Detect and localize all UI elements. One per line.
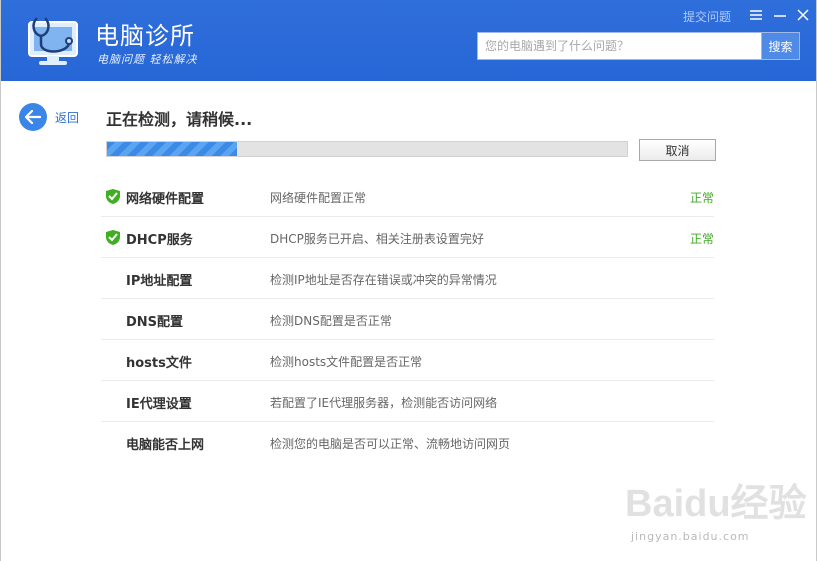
back-arrow-icon[interactable]	[19, 103, 47, 131]
item-desc: DHCP服务已开启、相关注册表设置完好	[270, 232, 484, 246]
item-name: hosts文件	[126, 356, 192, 371]
minimize-icon[interactable]	[771, 6, 789, 24]
menu-icon[interactable]	[747, 6, 765, 24]
item-state: 正常	[689, 232, 714, 246]
search-button[interactable]: 搜索	[761, 32, 800, 60]
progress-fill	[107, 142, 237, 156]
app-window: 电脑诊所 电脑问题 轻松解决 提交问题 搜索 返回 正在检测，请稍候... 取消…	[0, 0, 817, 561]
cancel-button[interactable]: 取消	[639, 139, 716, 161]
check-item: hosts文件 检测hosts文件配置是否正常	[101, 340, 714, 381]
check-item-list: 网络硬件配置 网络硬件配置正常 正常 DHCP服务 DHCP服务已开启、相关注册…	[101, 176, 714, 463]
search-input[interactable]	[477, 32, 761, 60]
item-name: 电脑能否上网	[126, 438, 205, 453]
item-name: IP地址配置	[126, 274, 193, 289]
back-label[interactable]: 返回	[55, 109, 79, 126]
item-desc: 检测IP地址是否存在错误或冲突的异常情况	[270, 273, 497, 287]
check-item: 网络硬件配置 网络硬件配置正常 正常	[101, 176, 714, 217]
app-title: 电脑诊所	[95, 22, 195, 50]
check-item: 电脑能否上网 检测您的电脑是否可以正常、流畅地访问网页	[101, 422, 714, 463]
item-name: DNS配置	[126, 315, 184, 330]
check-item: DNS配置 检测DNS配置是否正常	[101, 299, 714, 340]
item-desc: 网络硬件配置正常	[270, 191, 367, 205]
check-item: IE代理设置 若配置了IE代理服务器，检测能否访问网络	[101, 381, 714, 422]
shield-check-icon	[106, 230, 120, 245]
check-item: IP地址配置 检测IP地址是否存在错误或冲突的异常情况	[101, 258, 714, 299]
item-name: 网络硬件配置	[126, 192, 205, 207]
close-icon[interactable]	[794, 6, 812, 24]
item-desc: 检测DNS配置是否正常	[270, 314, 392, 328]
status-title: 正在检测，请稍候...	[106, 110, 253, 129]
progress-bar	[106, 141, 628, 157]
item-name: DHCP服务	[126, 233, 193, 248]
watermark-url: jingyan.baidu.com	[631, 530, 750, 543]
item-state: 正常	[689, 191, 714, 205]
item-desc: 检测您的电脑是否可以正常、流畅地访问网页	[270, 437, 511, 451]
check-item: DHCP服务 DHCP服务已开启、相关注册表设置完好 正常	[101, 217, 714, 258]
monitor-stethoscope-icon	[28, 17, 78, 65]
feedback-link[interactable]: 提交问题	[683, 8, 731, 25]
shield-check-icon	[106, 189, 120, 204]
app-subtitle: 电脑问题 轻松解决	[97, 53, 198, 66]
item-desc: 检测hosts文件配置是否正常	[270, 355, 423, 369]
watermark-brand: Baidu经验	[625, 483, 807, 525]
back-button[interactable]: 返回	[19, 103, 79, 131]
item-name: IE代理设置	[126, 397, 192, 412]
item-desc: 若配置了IE代理服务器，检测能否访问网络	[270, 396, 498, 410]
title-bar: 电脑诊所 电脑问题 轻松解决 提交问题 搜索	[1, 0, 816, 81]
